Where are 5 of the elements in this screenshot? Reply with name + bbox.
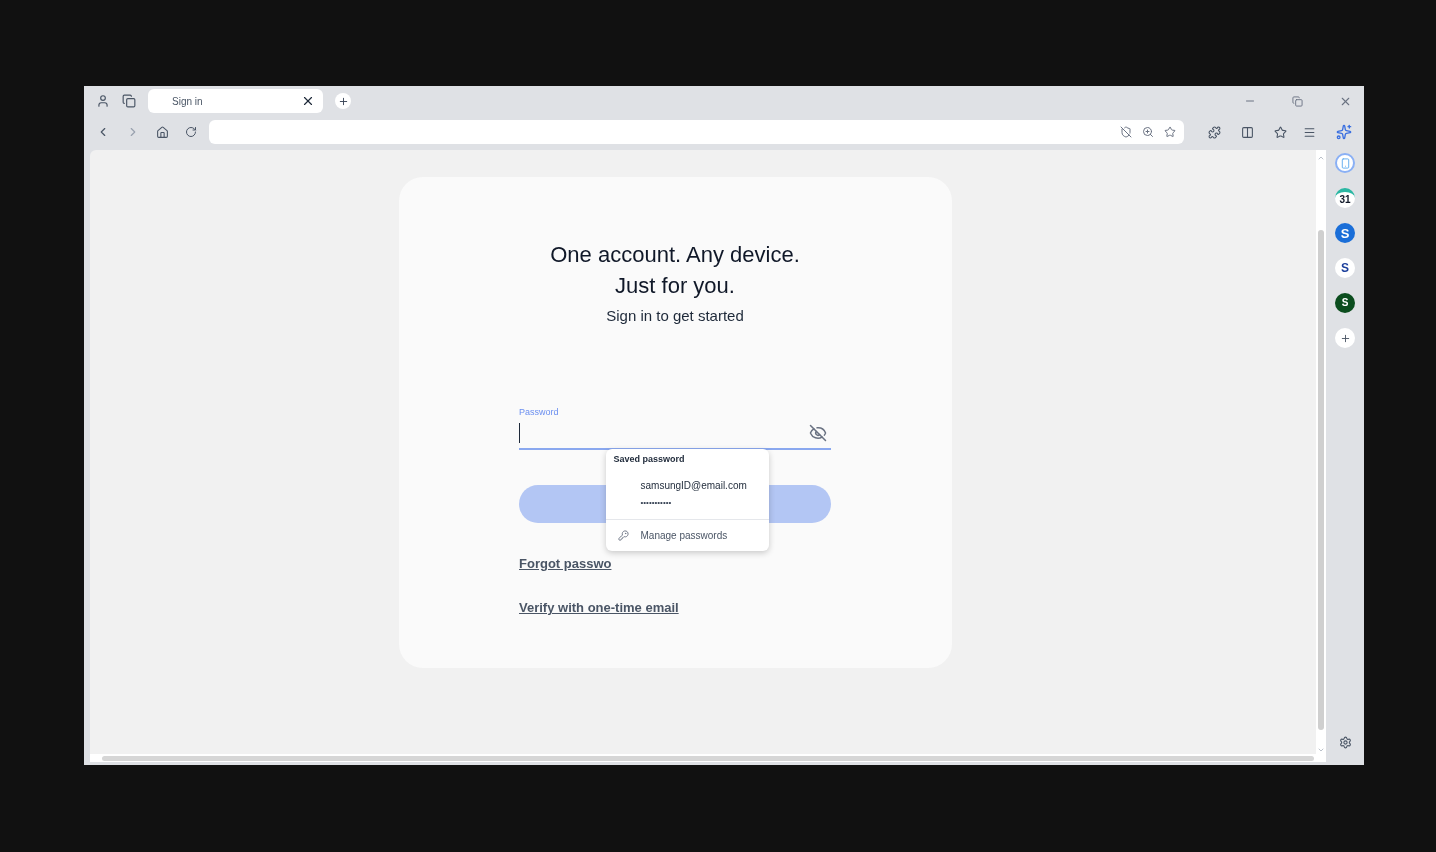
headline: One account. Any device. bbox=[550, 241, 800, 269]
field-label: Password bbox=[519, 405, 560, 419]
popup-heading: Saved password bbox=[612, 453, 686, 466]
subtitle: Sign in to get started bbox=[606, 306, 744, 326]
headline: Just for you. bbox=[615, 272, 735, 300]
